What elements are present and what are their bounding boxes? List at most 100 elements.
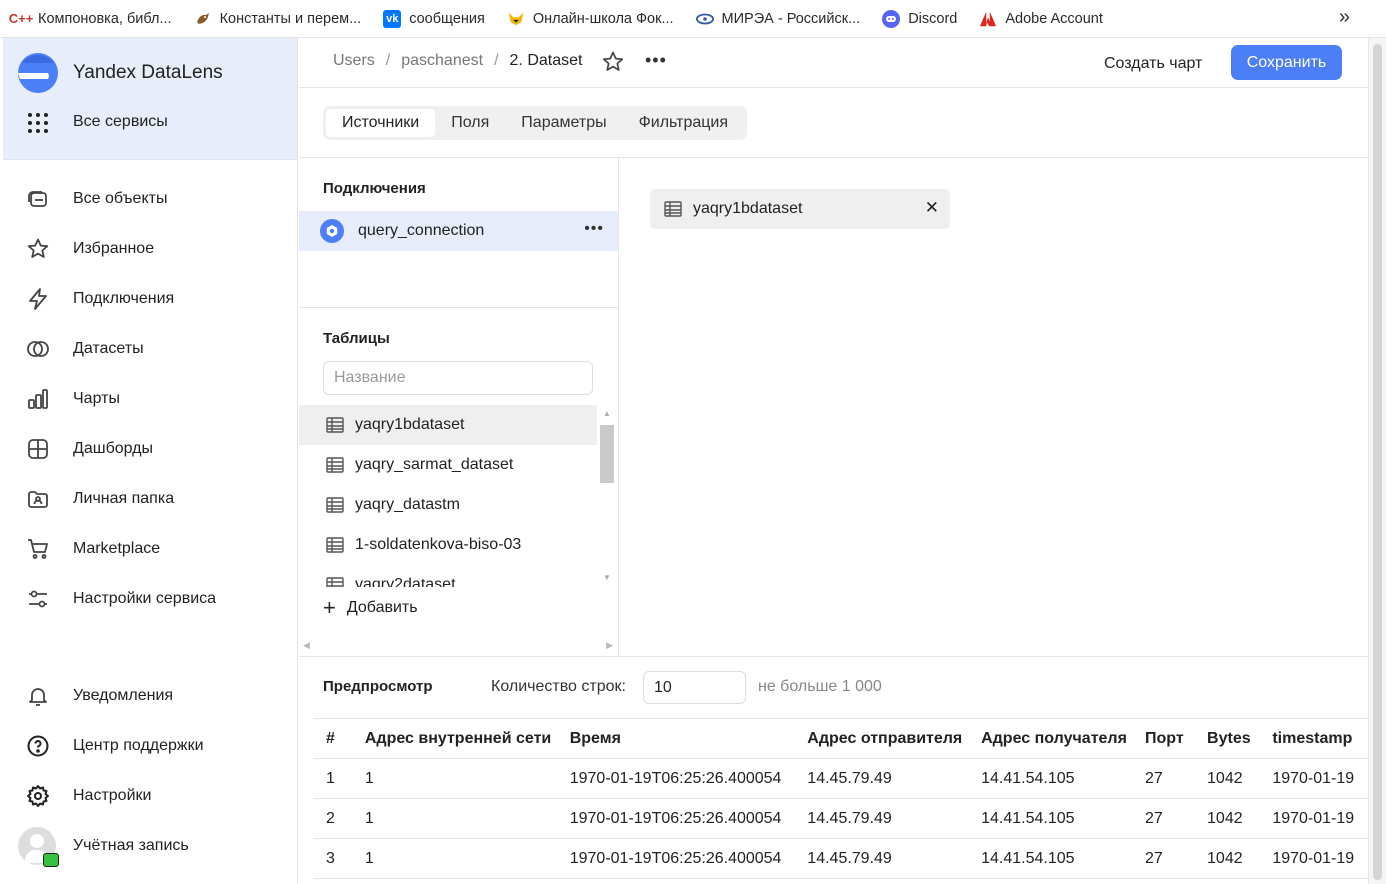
sidebar-item-dashboards[interactable]: Дашборды: [3, 429, 297, 469]
tab-fields[interactable]: Поля: [435, 109, 505, 137]
scroll-right-icon[interactable]: ▶: [606, 640, 613, 651]
bookmark-5[interactable]: МИРЭА - Российск...: [695, 10, 860, 28]
discord-icon: [882, 9, 901, 28]
table-name: yaqry_datastm: [355, 496, 460, 513]
column-header[interactable]: #: [314, 718, 353, 759]
sidebar-item-label: Чарты: [73, 390, 120, 407]
scroll-down-icon[interactable]: ▼: [603, 573, 611, 582]
scroll-left-icon[interactable]: ◀: [303, 640, 310, 651]
table-icon: [326, 577, 344, 587]
table-item[interactable]: yaqry_datastm: [299, 485, 597, 525]
sidebar-item-marketplace[interactable]: Marketplace: [3, 529, 297, 569]
gear-icon: [26, 784, 50, 808]
tab-sources[interactable]: Источники: [326, 109, 436, 137]
table-cell: 1042: [1195, 838, 1261, 879]
table-cell: 1: [352, 758, 558, 799]
table-item[interactable]: yaqry2dataset: [299, 565, 597, 587]
rows-count-input[interactable]: [643, 671, 746, 704]
sidebar-item-datasets[interactable]: Датасеты: [3, 329, 297, 369]
tabs-row: Источники Поля Параметры Фильтрация: [299, 89, 1368, 158]
chart-icon: [26, 387, 50, 411]
page-scrollbar[interactable]: [1368, 38, 1386, 884]
bird-icon: [194, 10, 212, 28]
table-cell: 1970-01-19T06:25:26.400054: [557, 758, 796, 799]
table-item[interactable]: 1-soldatenkova-biso-03: [299, 525, 597, 565]
column-header[interactable]: Время: [557, 718, 796, 759]
rows-count-label: Количество строк:: [491, 678, 626, 695]
table-icon: [664, 201, 682, 217]
sidebar-item-connections[interactable]: Подключения: [3, 279, 297, 319]
close-icon[interactable]: ✕: [925, 198, 939, 218]
sidebar-item-all-objects[interactable]: Все объекты: [3, 179, 297, 219]
all-services-link[interactable]: Все сервисы: [73, 113, 168, 131]
cpp-icon: C++: [8, 11, 34, 26]
help-icon: [26, 734, 50, 758]
table-cell: 1970-01-19: [1260, 838, 1368, 879]
lightning-icon: [26, 287, 50, 311]
bookmark-3[interactable]: vk сообщения: [383, 9, 485, 28]
scrollbar-thumb[interactable]: [1373, 44, 1382, 880]
chevron-more-icon[interactable]: »: [1339, 6, 1350, 29]
column-header[interactable]: timestamp: [1260, 718, 1368, 759]
table-cell: 14.41.54.105: [969, 758, 1134, 799]
sidebar-item-account[interactable]: Учётная запись: [3, 826, 297, 867]
tables-title: Таблицы: [323, 330, 390, 347]
scroll-up-icon[interactable]: ▲: [603, 409, 611, 418]
breadcrumb-separator: /: [494, 52, 499, 69]
breadcrumb-folder[interactable]: paschanest: [401, 52, 483, 70]
brand-name[interactable]: Yandex DataLens: [73, 62, 223, 84]
sidebar-item-service-settings[interactable]: Настройки сервиса: [3, 579, 297, 619]
table-header-row: # Адрес внутренней сети Время Адрес отпр…: [314, 718, 1368, 759]
table-item[interactable]: yaqry1bdataset: [299, 405, 597, 445]
scrollbar-thumb[interactable]: [600, 425, 614, 483]
more-actions-icon[interactable]: •••: [645, 50, 667, 71]
sliders-icon: [26, 587, 50, 611]
sidebar-item-charts[interactable]: Чарты: [3, 379, 297, 419]
bookmark-label: Онлайн-школа Фок...: [532, 10, 674, 27]
bookmark-6[interactable]: Discord: [882, 9, 957, 28]
table-cell: 1042: [1195, 758, 1261, 799]
column-header[interactable]: Bytes: [1195, 718, 1261, 759]
create-chart-button[interactable]: Создать чарт: [1089, 46, 1217, 82]
sidebar-item-label: Личная папка: [73, 490, 175, 507]
tab-parameters[interactable]: Параметры: [505, 109, 622, 137]
plus-icon: +: [323, 595, 336, 620]
sidebar-item-personal-folder[interactable]: Личная папка: [3, 479, 297, 519]
datalens-logo-icon[interactable]: [16, 52, 60, 94]
favorite-star-icon[interactable]: [601, 50, 625, 78]
column-header[interactable]: Адрес внутренней сети: [352, 718, 558, 759]
sidebar-item-favorites[interactable]: Избранное: [3, 229, 297, 269]
table-name: 1-soldatenkova-biso-03: [355, 536, 522, 553]
horizontal-scrollbar[interactable]: ◀ ▶: [303, 636, 613, 654]
sidebar-item-support[interactable]: Центр поддержки: [3, 726, 297, 766]
bookmark-2[interactable]: Константы и перем...: [194, 10, 361, 28]
connections-title: Подключения: [323, 180, 426, 197]
column-header[interactable]: Порт: [1133, 718, 1196, 759]
column-header[interactable]: Адрес получателя: [969, 718, 1134, 759]
table-search-input[interactable]: [323, 361, 593, 395]
column-header[interactable]: Адрес отправителя: [795, 718, 970, 759]
tab-filtering[interactable]: Фильтрация: [623, 109, 744, 137]
connection-more-icon[interactable]: •••: [584, 220, 604, 238]
table-list-scrollbar[interactable]: ▲ ▼: [599, 407, 615, 585]
save-button[interactable]: Сохранить: [1231, 45, 1342, 80]
table-item[interactable]: yaqry_sarmat_dataset: [299, 445, 597, 485]
sidebar-item-notifications[interactable]: Уведомления: [3, 676, 297, 716]
table-list: yaqry1bdataset yaqry_sarmat_dataset yaqr…: [299, 405, 597, 587]
connection-item[interactable]: query_connection •••: [299, 211, 618, 251]
bookmark-7[interactable]: Adobe Account: [979, 10, 1103, 28]
breadcrumb-current[interactable]: 2. Dataset: [510, 52, 583, 70]
table-name: yaqry2dataset: [355, 576, 456, 587]
selected-source-chip[interactable]: yaqry1bdataset ✕: [650, 189, 950, 229]
bookmark-1[interactable]: C++ Компоновка, библ...: [8, 10, 172, 28]
bookmark-4[interactable]: Онлайн-школа Фок...: [507, 10, 674, 28]
table-cell: 14.41.54.105: [969, 838, 1134, 879]
preview-title: Предпросмотр: [323, 678, 433, 695]
sidebar: Yandex DataLens Все сервисы Все объекты …: [3, 38, 298, 884]
sidebar-item-label: Подключения: [73, 290, 175, 307]
add-table-button[interactable]: + Добавить: [323, 595, 418, 620]
apps-grid-icon[interactable]: [28, 113, 48, 133]
sidebar-item-settings[interactable]: Настройки: [3, 776, 297, 816]
bookmark-label: сообщения: [409, 10, 485, 27]
breadcrumb-users[interactable]: Users: [333, 52, 375, 70]
